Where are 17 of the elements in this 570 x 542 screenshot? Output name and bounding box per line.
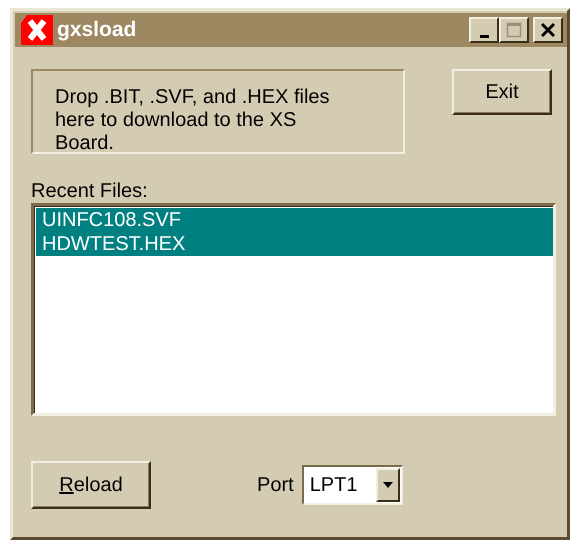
recent-files-label: Recent Files:	[31, 180, 148, 202]
close-icon	[540, 22, 556, 38]
minimize-button[interactable]	[469, 17, 499, 43]
reload-button[interactable]: Reload	[31, 461, 151, 509]
file-list-item[interactable]: UINFC108.SVF	[36, 208, 553, 232]
drop-area[interactable]: Drop .BIT, .SVF, and .HEX files here to download to the XS Board.	[31, 69, 405, 154]
app-logo-icon	[21, 15, 53, 45]
dropdown-arrow-icon	[382, 482, 393, 488]
exit-button[interactable]: Exit	[452, 69, 552, 115]
file-list-item[interactable]: HDWTEST.HEX	[36, 232, 553, 256]
port-dropdown[interactable]: LPT1	[302, 465, 403, 505]
close-button[interactable]	[533, 17, 563, 43]
window-title: gxsload	[57, 18, 138, 42]
port-label: Port	[257, 474, 294, 496]
maximize-icon	[506, 22, 522, 38]
file-list[interactable]: UINFC108.SVF HDWTEST.HEX	[31, 203, 556, 416]
minimize-icon	[480, 34, 488, 38]
